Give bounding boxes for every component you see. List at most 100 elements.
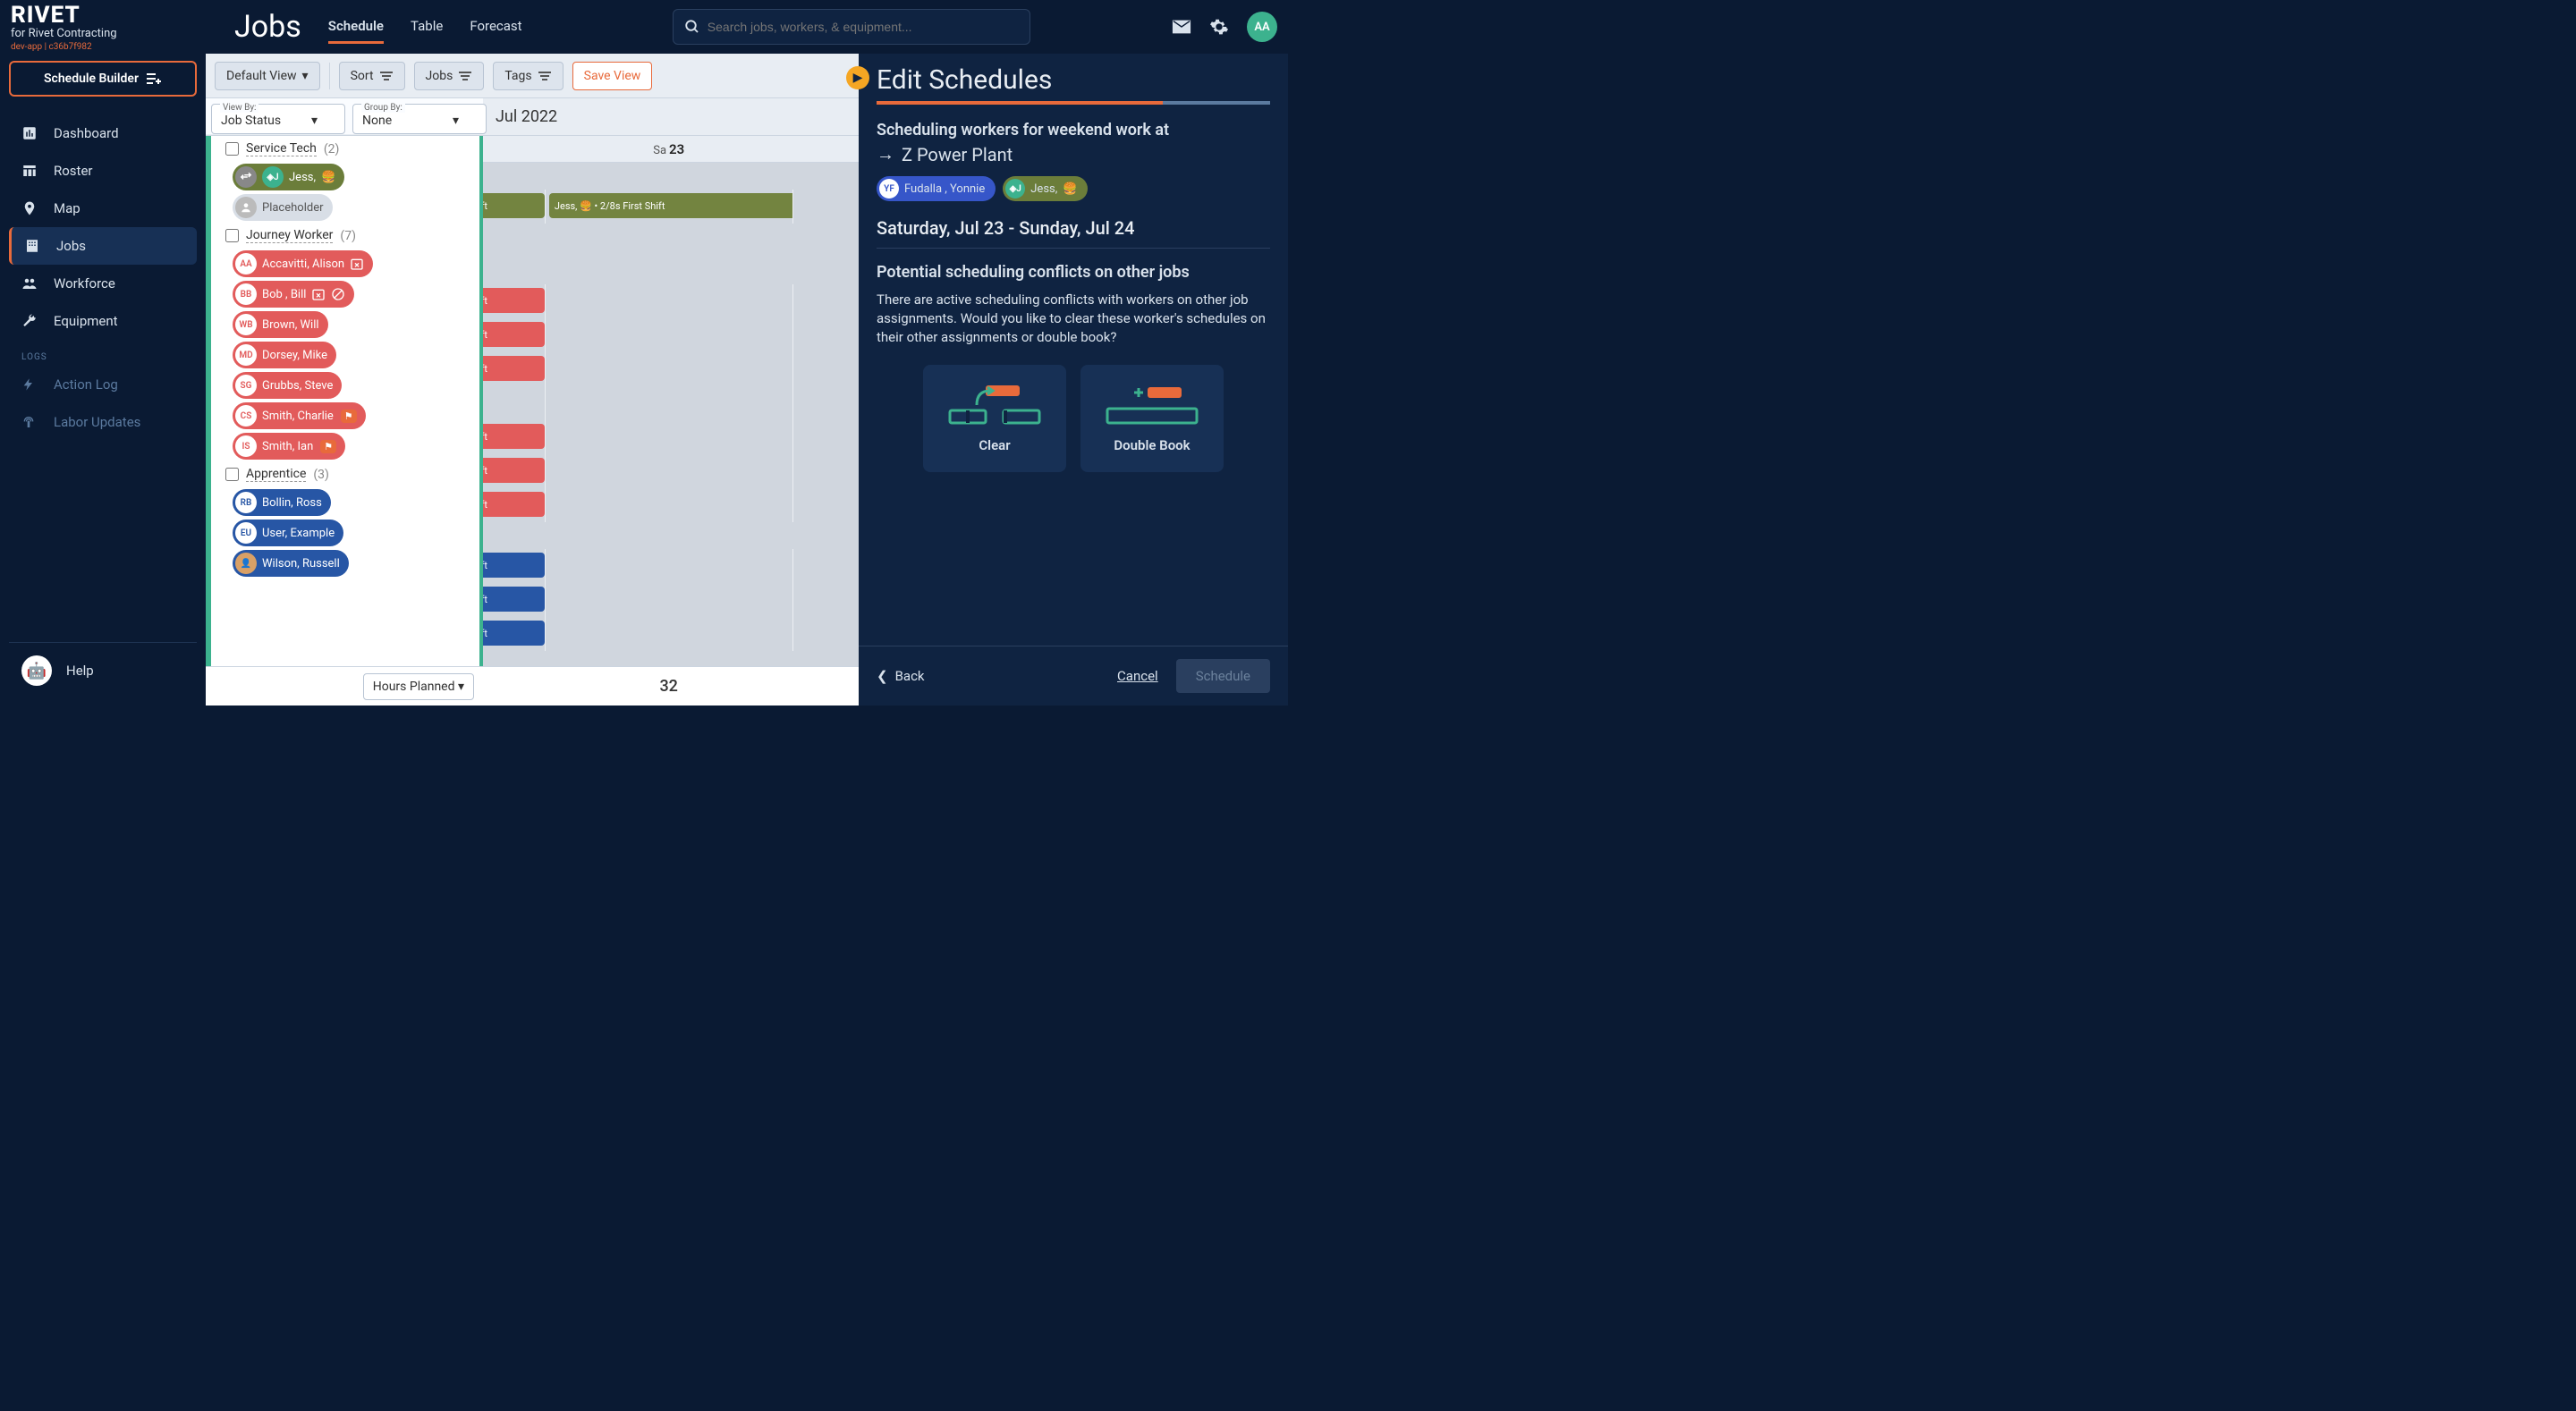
gear-icon[interactable] — [1209, 17, 1229, 37]
day-of-week: Sa — [653, 144, 666, 157]
tab-table[interactable]: Table — [411, 11, 443, 44]
collapse-panel-button[interactable]: ▶ — [846, 66, 869, 89]
worker-chip-bob[interactable]: BBBob , Bill — [233, 281, 354, 308]
person-icon — [235, 197, 257, 218]
nav-map[interactable]: Map — [9, 190, 197, 227]
nav-workforce[interactable]: Workforce — [9, 265, 197, 302]
worker-initials: RB — [235, 492, 257, 513]
worker-name: Accavitti, Alison — [262, 258, 344, 271]
filter-icon — [538, 71, 552, 81]
hours-planned-select[interactable]: Hours Planned ▾ — [363, 673, 474, 700]
worker-chip-accavitti[interactable]: AA Accavitti, Alison — [233, 250, 373, 277]
default-view-dropdown[interactable]: Default View▾ — [215, 62, 320, 90]
job-name: Z Power Plant — [902, 144, 1013, 165]
group-apprentice[interactable]: Apprentice (3) — [216, 461, 479, 487]
search-box[interactable] — [673, 9, 1030, 45]
schedule-bar[interactable]: Jess, 🍔 • 2/8s First Shift — [549, 193, 793, 218]
worker-name: Fudalla , Yonnie — [904, 182, 985, 196]
worker-name: Brown, Will — [262, 318, 319, 332]
clear-option[interactable]: Clear — [923, 365, 1066, 472]
chevron-down-icon: ▾ — [302, 69, 309, 83]
schedule-bar[interactable]: t Shift — [483, 356, 545, 381]
worker-chip-jess[interactable]: ◈JJess,🍔 — [233, 164, 344, 190]
conflict-text: There are active scheduling conflicts wi… — [877, 291, 1270, 347]
group-name: Apprentice — [246, 467, 306, 482]
schedule-bar[interactable]: t Shift — [483, 458, 545, 483]
schedule-bar[interactable]: t Shift — [483, 553, 545, 578]
worker-chip-grubbs[interactable]: SGGrubbs, Steve — [233, 372, 342, 399]
nav-labor-updates[interactable]: Labor Updates — [9, 403, 197, 441]
help-avatar-icon: 🤖 — [21, 655, 52, 686]
nav-help[interactable]: 🤖 Help — [9, 643, 197, 698]
sort-label: Sort — [351, 69, 374, 83]
group-count: (7) — [340, 229, 356, 243]
month-label: Jul 2022 — [483, 98, 570, 135]
schedule-bar[interactable]: t Shift — [483, 322, 545, 347]
group-checkbox[interactable] — [225, 468, 239, 481]
worker-list: Service Tech(2) ◈JJess,🍔 Placeholder Jou… — [206, 136, 483, 666]
nav-jobs[interactable]: Jobs — [9, 227, 197, 265]
group-name: Journey Worker — [246, 228, 333, 243]
schedule-bar[interactable]: t Shift — [483, 587, 545, 612]
save-view-button[interactable]: Save View — [572, 62, 653, 90]
worker-chip-dorsey[interactable]: MDDorsey, Mike — [233, 342, 336, 368]
blocked-icon — [331, 287, 345, 301]
worker-chip-brown[interactable]: WBBrown, Will — [233, 311, 328, 338]
nav-dashboard[interactable]: Dashboard — [9, 114, 197, 152]
filter-icon — [458, 71, 472, 81]
worker-chip-wilson[interactable]: 👤Wilson, Russell — [233, 550, 349, 577]
user-avatar[interactable]: AA — [1247, 12, 1277, 42]
worker-chip-user[interactable]: EU User, Example — [233, 520, 343, 546]
schedule-bar[interactable]: t Shift — [483, 424, 545, 449]
schedule-bar[interactable]: t Shift — [483, 621, 545, 646]
worker-initials: EU — [235, 522, 257, 544]
arrow-right-icon: → — [877, 143, 894, 165]
schedule-builder-button[interactable]: Schedule Builder — [9, 61, 197, 97]
worker-chip-smith-ian[interactable]: ISSmith, Ian⚑ — [233, 433, 345, 460]
schedule-bar[interactable]: t Shift — [483, 193, 545, 218]
nav-action-log[interactable]: Action Log — [9, 366, 197, 403]
cancel-button[interactable]: Cancel — [1117, 668, 1158, 684]
group-by-value: None — [362, 114, 392, 128]
dashboard-icon — [21, 125, 39, 141]
worker-initials: IS — [235, 435, 257, 457]
group-count: (3) — [313, 468, 329, 482]
building-icon — [24, 238, 42, 254]
group-journey-worker[interactable]: Journey Worker (7) — [216, 223, 479, 249]
group-checkbox[interactable] — [225, 229, 239, 242]
conflict-heading: Potential scheduling conflicts on other … — [877, 263, 1270, 282]
nav-equipment-label: Equipment — [54, 313, 118, 329]
nav-roster[interactable]: Roster — [9, 152, 197, 190]
flag-icon: ⚑ — [341, 410, 357, 423]
worker-chip-bollin[interactable]: RBBollin, Ross — [233, 489, 331, 516]
schedule-bar[interactable]: t Shift — [483, 492, 545, 517]
double-book-option[interactable]: Double Book — [1080, 365, 1224, 472]
nav-help-label: Help — [66, 663, 94, 679]
worker-chip-smith-charlie[interactable]: CSSmith, Charlie⚑ — [233, 402, 366, 429]
group-service-tech[interactable]: Service Tech(2) — [216, 136, 479, 162]
job-link[interactable]: → Z Power Plant — [877, 143, 1270, 165]
tags-filter-button[interactable]: Tags — [493, 62, 563, 90]
view-tabs: Schedule Table Forecast — [328, 11, 522, 44]
main-content: Default View▾ Sort Jobs Tags Save View V… — [206, 54, 1288, 706]
mail-icon[interactable] — [1172, 17, 1191, 37]
nav-jobs-label: Jobs — [56, 238, 86, 254]
selected-worker-fudalla[interactable]: YFFudalla , Yonnie — [877, 176, 996, 201]
group-checkbox[interactable] — [225, 142, 239, 156]
worker-chip-placeholder[interactable]: Placeholder — [233, 194, 333, 221]
nav-equipment[interactable]: Equipment — [9, 302, 197, 340]
view-by-value: Job Status — [221, 114, 281, 128]
worker-name: User, Example — [262, 527, 335, 540]
map-pin-icon — [21, 200, 39, 216]
search-input[interactable] — [708, 20, 1019, 34]
jobs-filter-button[interactable]: Jobs — [414, 62, 485, 90]
sort-button[interactable]: Sort — [339, 62, 405, 90]
schedule-bar[interactable]: t Shift — [483, 288, 545, 313]
worker-name: Smith, Ian — [262, 440, 313, 453]
back-button[interactable]: ❮Back — [877, 668, 925, 684]
tab-forecast[interactable]: Forecast — [470, 11, 521, 44]
worker-initials: AA — [235, 253, 257, 275]
nav-logs-section: LOGS — [9, 340, 197, 366]
selected-worker-jess[interactable]: ◈JJess,🍔 — [1003, 176, 1088, 201]
tab-schedule[interactable]: Schedule — [328, 11, 384, 44]
